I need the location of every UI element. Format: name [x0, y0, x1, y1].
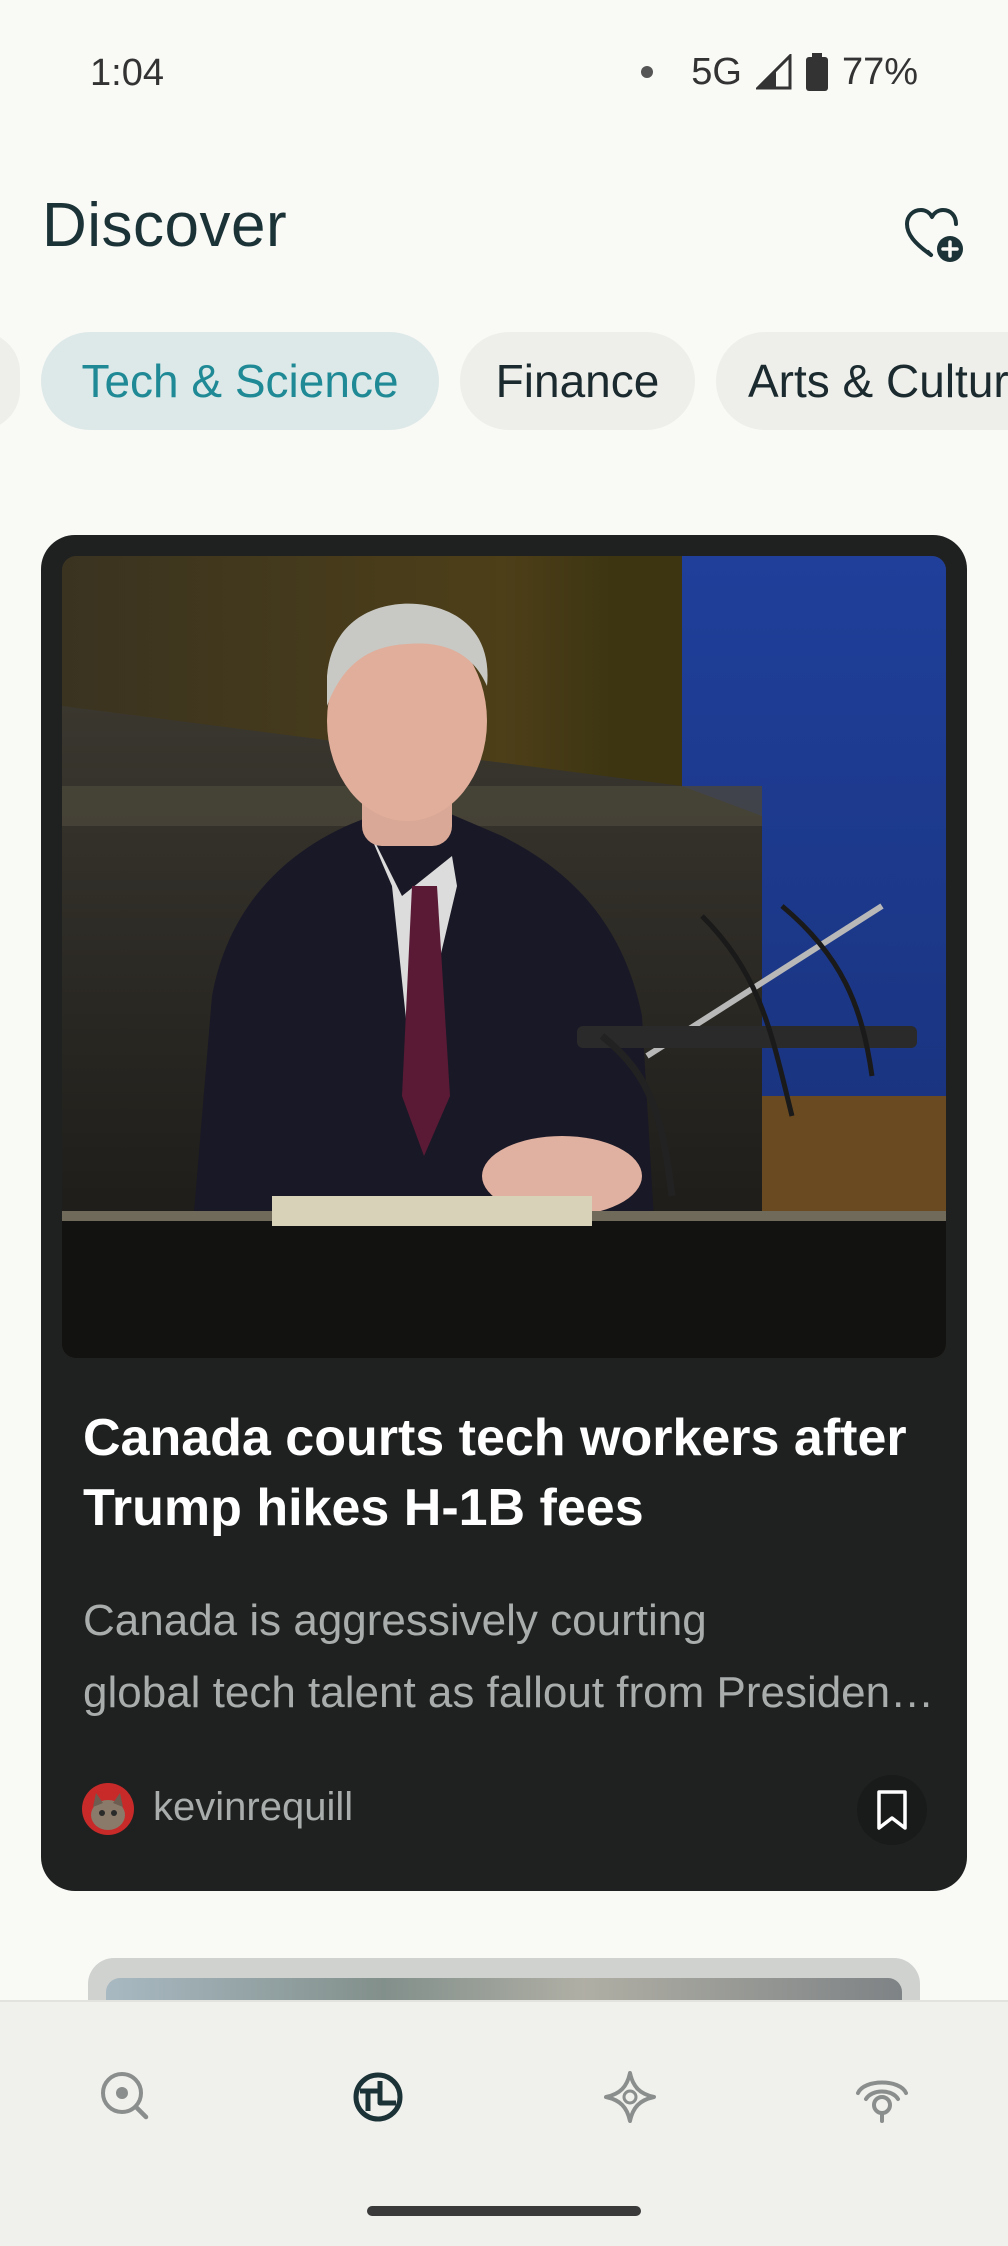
- nav-search[interactable]: [86, 2062, 166, 2132]
- nav-discover[interactable]: [338, 2062, 418, 2132]
- heart-plus-icon: [905, 208, 963, 262]
- status-bar: 1:04 5G 77%: [0, 0, 1008, 150]
- battery-icon: [805, 53, 828, 91]
- article-photo: [62, 556, 946, 1358]
- battery-label: 77%: [841, 50, 918, 93]
- bookmark-icon: [877, 1790, 907, 1830]
- discover-icon: [353, 2072, 403, 2122]
- status-icons: 5G 77%: [641, 50, 918, 94]
- article-description-line: global tech talent as fallout from Presi…: [83, 1668, 943, 1717]
- author-name[interactable]: kevinrequill: [153, 1785, 353, 1830]
- search-icon: [101, 2072, 149, 2120]
- nav-library[interactable]: [842, 2062, 922, 2132]
- home-indicator[interactable]: [367, 2206, 641, 2216]
- author-avatar: [82, 1783, 134, 1835]
- bookmark-button[interactable]: [857, 1775, 927, 1845]
- notification-dot-icon: [641, 66, 654, 78]
- chip-previous[interactable]: [0, 332, 20, 430]
- article-card[interactable]: Canada courts tech workers after Trump h…: [41, 535, 967, 1891]
- status-time: 1:04: [90, 52, 164, 94]
- nav-spaces[interactable]: [590, 2062, 670, 2132]
- signal-icon: [755, 54, 792, 90]
- chip-finance[interactable]: Finance: [460, 332, 695, 430]
- article-description-line: Canada is aggressively courting: [83, 1596, 707, 1645]
- chip-tech-science[interactable]: Tech & Science: [41, 332, 439, 430]
- follow-topics-button[interactable]: [900, 200, 970, 270]
- article-title[interactable]: Canada courts tech workers after Trump h…: [83, 1403, 933, 1543]
- library-icon: [856, 2080, 908, 2123]
- network-label: 5G: [691, 50, 742, 93]
- category-chips: Tech & Science Finance Arts & Culture: [0, 332, 1008, 432]
- sparkle-icon: [604, 2071, 656, 2123]
- page-title: Discover: [42, 191, 288, 260]
- article-image: [62, 556, 946, 1358]
- chip-arts-culture[interactable]: Arts & Culture: [716, 332, 1008, 430]
- article-description: Canada is aggressively courting global t…: [83, 1585, 943, 1729]
